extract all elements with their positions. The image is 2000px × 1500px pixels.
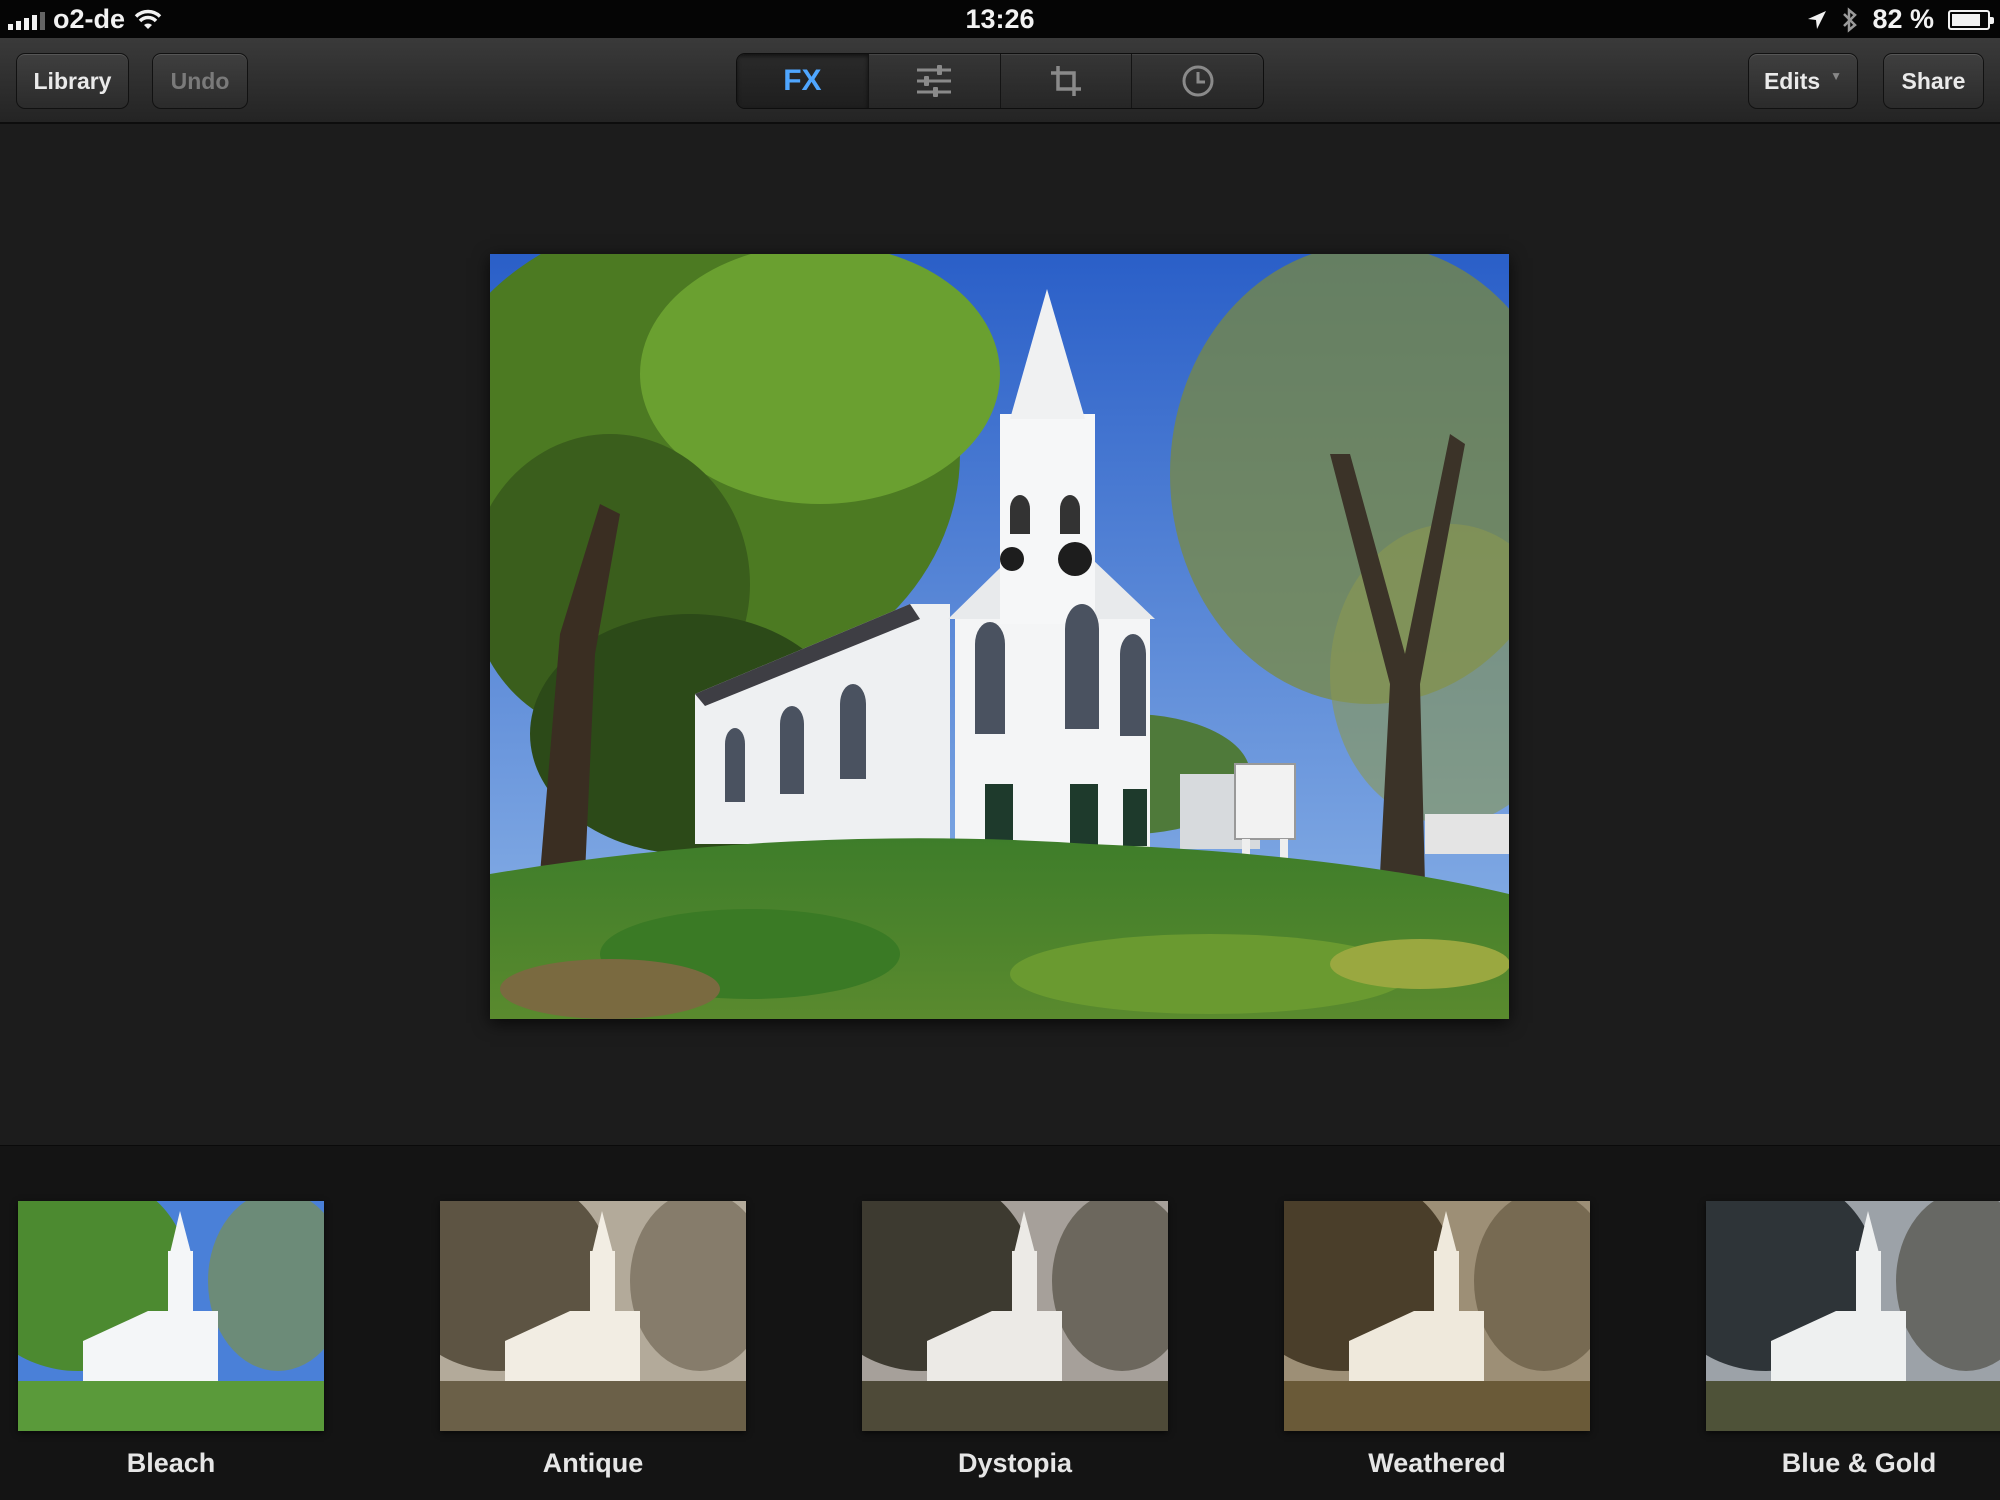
- filter-preview-image: [1706, 1201, 2000, 1431]
- battery-fill: [1952, 13, 1980, 26]
- tab-fx[interactable]: FX: [737, 54, 869, 108]
- church-photo: [490, 254, 1509, 1019]
- filter-label-dystopia: Dystopia: [957, 1448, 1073, 1478]
- photo-canvas: [0, 124, 2000, 1145]
- status-right: 82 %: [1806, 4, 1994, 35]
- location-arrow-icon: [1808, 10, 1827, 29]
- status-bar: o2-de 13:26 82 %: [0, 0, 2000, 38]
- filter-thumb-blue-gold[interactable]: [1706, 1201, 2000, 1431]
- tab-crop[interactable]: [1001, 54, 1133, 108]
- bluetooth-icon: [1843, 6, 1858, 33]
- filter-thumb-weathered[interactable]: [1284, 1201, 1590, 1431]
- share-button[interactable]: Share: [1883, 53, 1984, 109]
- sliders-icon: [917, 65, 952, 97]
- library-button[interactable]: Library: [16, 53, 129, 109]
- filter-thumb-bleach[interactable]: [18, 1201, 324, 1431]
- tool-segmented-control: FX: [736, 53, 1264, 109]
- tab-adjust[interactable]: [869, 54, 1001, 108]
- filter-label-bleach: Bleach: [126, 1448, 216, 1478]
- toolbar: Library Undo FX Edits ▼ Share: [0, 38, 2000, 124]
- undo-button[interactable]: Undo: [152, 53, 248, 109]
- battery-percent: 82 %: [1872, 4, 1934, 34]
- filter-strip: Bleach Antique Dystopia Weathered Blue &…: [0, 1145, 2000, 1500]
- battery-icon: [1948, 9, 1994, 30]
- fx-label: FX: [783, 64, 822, 97]
- filter-preview-image: [862, 1201, 1168, 1431]
- clock-icon: [1182, 65, 1214, 97]
- filter-label-weathered: Weathered: [1368, 1448, 1506, 1478]
- filter-preview-image: [18, 1201, 324, 1431]
- tab-history[interactable]: [1132, 54, 1263, 108]
- filter-thumb-dystopia[interactable]: [862, 1201, 1168, 1431]
- edits-button[interactable]: Edits ▼: [1748, 53, 1858, 109]
- photo-preview[interactable]: [490, 254, 1509, 1019]
- filter-preview-image: [1284, 1201, 1590, 1431]
- filter-preview-image: [440, 1201, 746, 1431]
- status-time: 13:26: [965, 4, 1035, 34]
- filter-label-antique: Antique: [542, 1448, 644, 1478]
- filter-label-blue-gold: Blue & Gold: [1781, 1448, 1937, 1478]
- crop-icon: [1050, 66, 1081, 96]
- filter-thumb-antique[interactable]: [440, 1201, 746, 1431]
- caret-down-icon: ▼: [1830, 69, 1843, 83]
- edits-label: Edits: [1763, 67, 1821, 94]
